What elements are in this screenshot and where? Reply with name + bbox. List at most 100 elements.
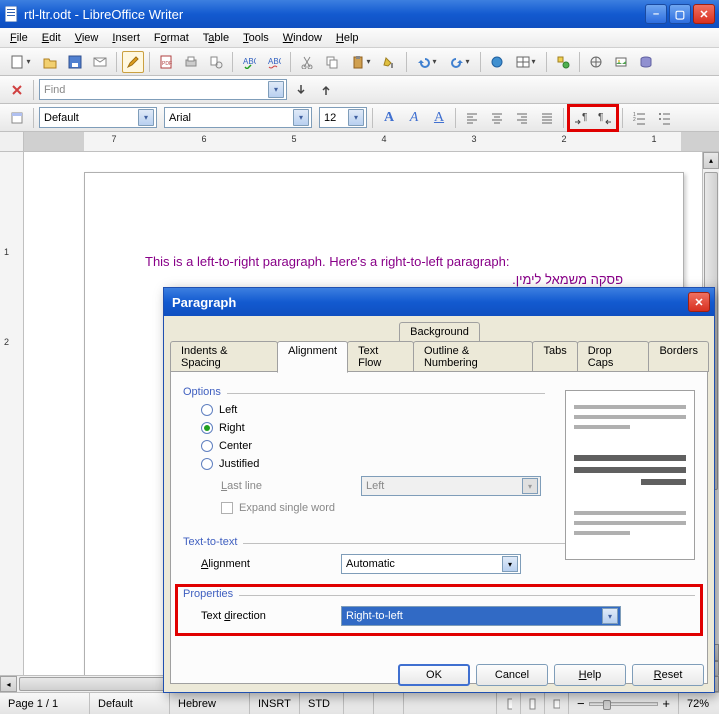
status-signature[interactable] bbox=[374, 693, 404, 714]
tab-textflow[interactable]: Text Flow bbox=[347, 341, 414, 372]
status-view-single[interactable] bbox=[497, 693, 521, 714]
tab-outline[interactable]: Outline & Numbering bbox=[413, 341, 534, 372]
auto-spellcheck-button[interactable]: ABC bbox=[263, 51, 285, 73]
para-style-combo[interactable]: Default ▾ bbox=[39, 107, 157, 128]
print-preview-button[interactable] bbox=[205, 51, 227, 73]
close-find-button[interactable] bbox=[6, 79, 28, 101]
export-pdf-button[interactable]: PDF bbox=[155, 51, 177, 73]
navigator-button[interactable] bbox=[585, 51, 607, 73]
status-view-multi[interactable] bbox=[521, 693, 545, 714]
status-selection[interactable]: STD bbox=[300, 693, 344, 714]
ok-button[interactable]: OK bbox=[398, 664, 470, 686]
tab-dropcaps[interactable]: Drop Caps bbox=[577, 341, 650, 372]
tab-indents[interactable]: Indents & Spacing bbox=[170, 341, 278, 372]
show-draw-button[interactable] bbox=[552, 51, 574, 73]
format-paintbrush-button[interactable] bbox=[379, 51, 401, 73]
scroll-up-button[interactable]: ▴ bbox=[703, 152, 719, 169]
find-next-button[interactable] bbox=[290, 79, 312, 101]
find-dropdown-button[interactable]: ▾ bbox=[268, 81, 284, 98]
align-justify-button[interactable] bbox=[536, 107, 558, 129]
svg-text:¶: ¶ bbox=[582, 112, 587, 123]
status-zoom[interactable]: 72% bbox=[679, 693, 719, 714]
spellcheck-button[interactable]: ABC bbox=[238, 51, 260, 73]
help-button[interactable]: Help bbox=[554, 664, 626, 686]
email-button[interactable] bbox=[89, 51, 111, 73]
text-direction-highlight: ¶ ¶ bbox=[569, 106, 617, 130]
status-language[interactable]: Hebrew bbox=[170, 693, 250, 714]
status-zoom-slider[interactable]: − + bbox=[569, 693, 679, 714]
menu-insert[interactable]: Insert bbox=[106, 30, 146, 46]
tab-tabs[interactable]: Tabs bbox=[532, 341, 577, 372]
find-field[interactable]: Find ▾ bbox=[39, 79, 287, 100]
paragraph-ltr[interactable]: This is a left-to-right paragraph. Here'… bbox=[145, 253, 623, 271]
tab-background[interactable]: Background bbox=[399, 322, 480, 341]
hyperlink-button[interactable] bbox=[486, 51, 508, 73]
bold-button[interactable]: A bbox=[378, 107, 400, 129]
svg-text:1: 1 bbox=[633, 112, 636, 118]
text-direction-dropdown[interactable]: ▾ bbox=[602, 608, 618, 624]
undo-button[interactable]: ▾ bbox=[412, 51, 442, 73]
font-name-dropdown[interactable]: ▾ bbox=[293, 109, 309, 126]
numbered-list-button[interactable]: 12 bbox=[628, 107, 650, 129]
scroll-left-button[interactable]: ◂ bbox=[0, 676, 17, 692]
font-size-combo[interactable]: 12 ▾ bbox=[319, 107, 367, 128]
menu-view[interactable]: View bbox=[69, 30, 105, 46]
cancel-button[interactable]: Cancel bbox=[476, 664, 548, 686]
status-insert[interactable]: INSRT bbox=[250, 693, 300, 714]
vertical-ruler[interactable]: 1 2 bbox=[0, 152, 24, 712]
menu-file[interactable]: File bbox=[4, 30, 34, 46]
formatting-toolbar: Default ▾ Arial ▾ 12 ▾ A A A ¶ ¶ 12 bbox=[0, 104, 719, 132]
close-button[interactable]: ✕ bbox=[693, 4, 715, 24]
menu-help[interactable]: Help bbox=[330, 30, 365, 46]
styles-window-button[interactable] bbox=[6, 107, 28, 129]
menu-table[interactable]: Table bbox=[197, 30, 235, 46]
gallery-button[interactable] bbox=[610, 51, 632, 73]
redo-button[interactable]: ▾ bbox=[445, 51, 475, 73]
tab-borders[interactable]: Borders bbox=[648, 341, 709, 372]
underline-button[interactable]: A bbox=[428, 107, 450, 129]
minimize-button[interactable]: – bbox=[645, 4, 667, 24]
maximize-button[interactable]: ▢ bbox=[669, 4, 691, 24]
save-button[interactable] bbox=[64, 51, 86, 73]
open-button[interactable] bbox=[39, 51, 61, 73]
text-direction-combo[interactable]: Right-to-left ▾ bbox=[341, 606, 621, 626]
status-page[interactable]: Page 1 / 1 bbox=[0, 693, 90, 714]
para-style-dropdown[interactable]: ▾ bbox=[138, 109, 154, 126]
copy-button[interactable] bbox=[321, 51, 343, 73]
find-prev-button[interactable] bbox=[315, 79, 337, 101]
cut-button[interactable] bbox=[296, 51, 318, 73]
align-left-button[interactable] bbox=[461, 107, 483, 129]
t2t-alignment-combo[interactable]: Automatic ▾ bbox=[341, 554, 521, 574]
dialog-close-button[interactable]: ✕ bbox=[688, 292, 710, 312]
window-title: rtl-ltr.odt - LibreOffice Writer bbox=[24, 7, 645, 22]
reset-button[interactable]: Reset bbox=[632, 664, 704, 686]
edit-mode-button[interactable] bbox=[122, 51, 144, 73]
rtl-button[interactable]: ¶ bbox=[594, 107, 616, 129]
ltr-button[interactable]: ¶ bbox=[570, 107, 592, 129]
font-name-combo[interactable]: Arial ▾ bbox=[164, 107, 312, 128]
new-doc-button[interactable]: ▾ bbox=[6, 51, 36, 73]
options-label: Options bbox=[183, 386, 221, 398]
tab-alignment[interactable]: Alignment bbox=[277, 341, 348, 373]
print-button[interactable] bbox=[180, 51, 202, 73]
italic-button[interactable]: A bbox=[403, 107, 425, 129]
menu-format[interactable]: Format bbox=[148, 30, 195, 46]
font-size-dropdown[interactable]: ▾ bbox=[348, 109, 364, 126]
bullet-list-button[interactable] bbox=[653, 107, 675, 129]
dialog-titlebar[interactable]: Paragraph ✕ bbox=[164, 288, 714, 316]
table-button[interactable]: ▾ bbox=[511, 51, 541, 73]
status-style[interactable]: Default bbox=[90, 693, 170, 714]
align-right-button[interactable] bbox=[511, 107, 533, 129]
paste-button[interactable]: ▾ bbox=[346, 51, 376, 73]
status-modified[interactable] bbox=[344, 693, 374, 714]
t2t-alignment-dropdown[interactable]: ▾ bbox=[502, 556, 518, 572]
menu-window[interactable]: Window bbox=[277, 30, 328, 46]
menu-tools[interactable]: Tools bbox=[237, 30, 275, 46]
data-sources-button[interactable] bbox=[635, 51, 657, 73]
status-view-book[interactable] bbox=[545, 693, 569, 714]
ruler-corner bbox=[0, 132, 24, 152]
menu-edit[interactable]: Edit bbox=[36, 30, 67, 46]
horizontal-ruler[interactable]: 7 6 5 4 3 2 1 bbox=[24, 132, 719, 152]
svg-text:¶: ¶ bbox=[598, 112, 603, 123]
align-center-button[interactable] bbox=[486, 107, 508, 129]
